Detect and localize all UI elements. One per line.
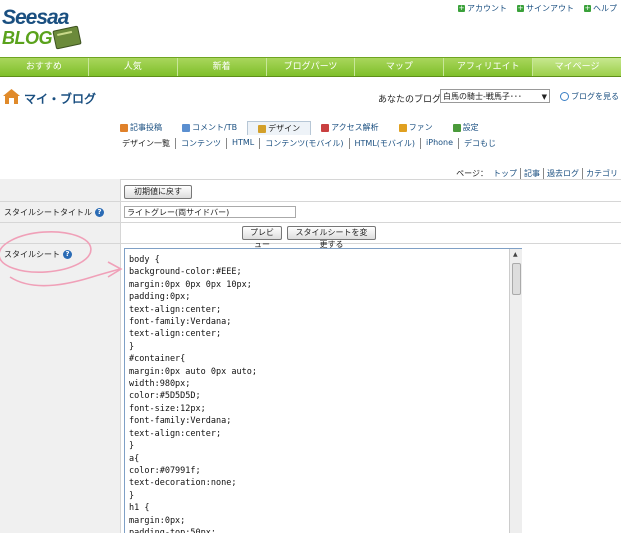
sublink-html-mobile[interactable]: HTML(モバイル)	[350, 138, 422, 149]
comment-icon	[182, 123, 190, 132]
stylesheet-title-input[interactable]: ライトグレー(両サイドバー)	[124, 206, 296, 218]
blog-select-value: 白馬の騎士-戦馬子･･･	[443, 92, 522, 101]
tab-settings-label: 設定	[462, 123, 479, 132]
tab-settings[interactable]: 設定	[443, 121, 489, 134]
tab-analytics[interactable]: アクセス解析	[311, 121, 389, 134]
gnav-item-mypage[interactable]: マイページ	[533, 58, 621, 76]
book-icon	[52, 25, 82, 50]
sublink-design-list[interactable]: デザイン一覧	[122, 138, 176, 149]
signout-link-label[interactable]: サインアウト	[526, 3, 574, 14]
gnav-item-blogparts[interactable]: ブログパーツ	[267, 58, 356, 76]
logo-blog[interactable]: BLOG	[2, 28, 53, 49]
change-stylesheet-button[interactable]: スタイルシートを変更する	[287, 226, 376, 249]
account-link-label[interactable]: アカウント	[467, 3, 507, 14]
top-links: + アカウント + サインアウト + ヘルプ	[458, 3, 617, 14]
scroll-thumb[interactable]	[512, 263, 521, 295]
globe-icon	[560, 92, 569, 101]
gnav-item-map[interactable]: マップ	[355, 58, 445, 76]
stylesheet-label: スタイルシート	[4, 250, 60, 259]
row-divider	[0, 243, 621, 244]
chart-icon	[321, 123, 330, 132]
help-icon[interactable]: ?	[63, 250, 72, 259]
gnav-item-popular[interactable]: 人気	[89, 58, 178, 76]
page-links-label: ページ：	[456, 169, 488, 178]
help-icon[interactable]: ?	[95, 208, 104, 217]
blog-select[interactable]: 白馬の騎士-戦馬子･･･ ▼	[440, 89, 550, 103]
sublink-contents[interactable]: コンテンツ	[176, 138, 227, 149]
tab-fans[interactable]: ファン	[389, 121, 443, 134]
sublink-decomoji[interactable]: デコもじ	[459, 138, 501, 149]
account-link[interactable]: + アカウント	[458, 3, 507, 14]
page-link-article[interactable]: 記事	[521, 168, 544, 179]
main-tabs: 記事投稿 コメント/TB デザイン アクセス解析 ファン 設定	[110, 121, 489, 135]
gnav-item-affiliate[interactable]: アフィリエイト	[444, 58, 534, 76]
page-link-archive[interactable]: 過去ログ	[544, 168, 583, 179]
gnav-item-recommended[interactable]: おすすめ	[0, 58, 89, 76]
stylesheet-textarea[interactable]: body { background-color:#EEE; margin:0px…	[124, 248, 522, 533]
page-link-category[interactable]: カテゴリ	[583, 168, 618, 179]
sublink-html[interactable]: HTML	[227, 138, 261, 149]
scroll-up-icon: ▲	[513, 251, 518, 258]
row-divider	[0, 222, 621, 223]
settings-icon	[452, 123, 461, 132]
pencil-icon	[120, 123, 128, 132]
form-label-column	[0, 179, 121, 533]
signout-link[interactable]: + サインアウト	[517, 3, 574, 14]
page-link-top[interactable]: トップ	[490, 168, 521, 179]
gnav-item-new[interactable]: 新着	[178, 58, 267, 76]
help-link[interactable]: + ヘルプ	[584, 3, 617, 14]
tab-design[interactable]: デザイン	[247, 121, 312, 135]
plus-icon: +	[517, 4, 524, 12]
tab-comments[interactable]: コメント/TB	[172, 121, 247, 134]
help-link-label[interactable]: ヘルプ	[593, 3, 617, 14]
page-title: マイ・ブログ	[24, 92, 97, 106]
design-sublinks: デザイン一覧 コンテンツ HTML コンテンツ(モバイル) HTML(モバイル)…	[122, 138, 501, 149]
page-links: ページ： トップ 記事 過去ログ カテゴリ	[456, 168, 618, 179]
home-icon	[3, 89, 20, 104]
textarea-scrollbar[interactable]: ▲	[509, 249, 522, 533]
sublink-contents-mobile[interactable]: コンテンツ(モバイル)	[260, 138, 350, 149]
plus-icon: +	[458, 4, 465, 12]
stylesheet-code: body { background-color:#EEE; margin:0px…	[129, 255, 257, 533]
view-blog-label: ブログを見る	[571, 92, 619, 101]
fan-icon	[398, 123, 407, 132]
row-divider	[0, 201, 621, 202]
reset-defaults-button[interactable]: 初期値に戻す	[124, 185, 192, 199]
tab-post-label: 記事投稿	[130, 123, 162, 132]
logo-seesaa[interactable]: Seesaa	[2, 6, 69, 30]
global-nav: おすすめ 人気 新着 ブログパーツ マップ アフィリエイト マイページ	[0, 57, 621, 77]
view-blog-link[interactable]: ブログを見る	[560, 91, 619, 102]
chevron-down-icon: ▼	[541, 93, 547, 101]
stylesheet-title-label-cell: スタイルシートタイトル ?	[4, 207, 104, 218]
design-icon	[258, 124, 267, 133]
tab-comments-label: コメント/TB	[192, 123, 238, 132]
tab-fans-label: ファン	[408, 123, 433, 132]
sublink-iphone[interactable]: iPhone	[421, 138, 460, 149]
tab-design-label: デザイン	[268, 124, 301, 133]
plus-icon: +	[584, 4, 591, 12]
tab-analytics-label: アクセス解析	[331, 123, 379, 132]
stylesheet-label-cell: スタイルシート ?	[4, 249, 72, 260]
preview-button[interactable]: プレビュー	[242, 226, 282, 249]
tab-post[interactable]: 記事投稿	[110, 121, 172, 134]
stylesheet-title-label: スタイルシートタイトル	[4, 208, 92, 217]
